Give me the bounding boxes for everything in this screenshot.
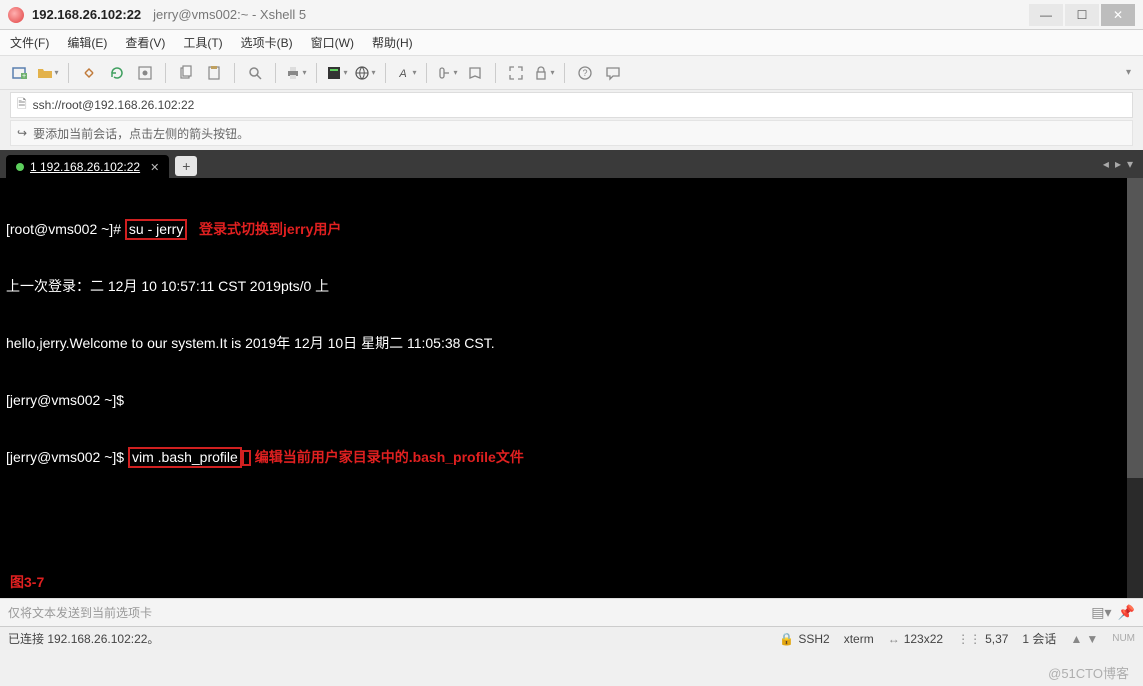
status-size: 123x22 — [904, 632, 943, 646]
session-tab-active[interactable]: 1 192.168.26.102:22 ✕ — [6, 155, 169, 178]
lock-icon[interactable]: ▾ — [532, 61, 556, 85]
svg-text:?: ? — [582, 68, 587, 78]
upload-icon: ▲ — [1070, 632, 1082, 646]
figure-label: 图3-7 — [10, 573, 44, 592]
tab-label: 1 192.168.26.102:22 — [30, 160, 140, 174]
menu-tools[interactable]: 工具(T) — [183, 34, 222, 51]
font-icon[interactable]: A▾ — [394, 61, 418, 85]
status-term-type: xterm — [844, 632, 874, 646]
lock-status-icon: 🔒 — [779, 632, 794, 646]
app-icon — [8, 7, 24, 23]
compose-dropdown-icon[interactable]: ▤▾ — [1091, 604, 1111, 621]
toolbar: + ▾ ▾ ▾ ▾ A▾ ▾ ▾ ? ▾ — [0, 56, 1143, 90]
terminal-scrollbar[interactable] — [1127, 178, 1143, 598]
info-bar: ↪ 要添加当前会话，点击左侧的箭头按钮。 — [10, 120, 1133, 146]
toolbar-separator — [564, 63, 565, 83]
close-button[interactable]: ✕ — [1101, 4, 1135, 26]
find-icon[interactable] — [243, 61, 267, 85]
status-connection: 已连接 192.168.26.102:22。 — [8, 630, 159, 647]
scrollbar-thumb[interactable] — [1127, 178, 1143, 478]
tab-next-icon[interactable]: ▸ — [1115, 157, 1121, 171]
page-icon: 🗎 — [17, 95, 27, 116]
add-session-arrow-icon[interactable]: ↪ — [17, 126, 27, 140]
toolbar-separator — [316, 63, 317, 83]
svg-text:A: A — [399, 68, 407, 80]
window-buttons: — ☐ ✕ — [1029, 4, 1135, 26]
output-motd: hello,jerry.Welcome to our system.It is … — [6, 334, 1137, 353]
paste-icon[interactable] — [202, 61, 226, 85]
toolbar-separator — [165, 63, 166, 83]
toolbar-separator — [426, 63, 427, 83]
encoding-icon[interactable]: ▾ — [353, 61, 377, 85]
size-icon: ↔ — [888, 632, 900, 646]
menu-window[interactable]: 窗口(W) — [311, 34, 354, 51]
menu-tab[interactable]: 选项卡(B) — [241, 34, 293, 51]
feedback-icon[interactable] — [601, 61, 625, 85]
menu-file[interactable]: 文件(F) — [10, 34, 49, 51]
tab-strip: 1 192.168.26.102:22 ✕ + ◂ ▸ ▾ — [0, 150, 1143, 178]
download-icon: ▼ — [1086, 632, 1098, 646]
prompt-jerry: [jerry@vms002 ~]$ — [6, 449, 128, 465]
address-bar[interactable]: 🗎 ssh://root@192.168.26.102:22 — [10, 92, 1133, 118]
status-cursor: 5,37 — [985, 632, 1008, 646]
prompt-jerry-empty: [jerry@vms002 ~]$ — [6, 391, 1137, 410]
key-map-icon[interactable]: ▾ — [435, 61, 459, 85]
add-tab-button[interactable]: + — [175, 156, 197, 176]
annotation-login-switch: 登录式切换到jerry用户 — [199, 221, 341, 237]
menu-help[interactable]: 帮助(H) — [372, 34, 413, 51]
toolbar-overflow-icon[interactable]: ▾ — [1122, 67, 1135, 78]
help-icon[interactable]: ? — [573, 61, 597, 85]
window-title-session: jerry@vms002:~ - Xshell 5 — [153, 7, 306, 22]
title-bar: 192.168.26.102:22 jerry@vms002:~ - Xshel… — [0, 0, 1143, 30]
prompt-root: [root@vms002 ~]# — [6, 221, 125, 237]
toolbar-separator — [234, 63, 235, 83]
address-url: ssh://root@192.168.26.102:22 — [33, 98, 195, 112]
svg-text:+: + — [22, 73, 26, 80]
toolbar-separator — [68, 63, 69, 83]
tab-close-icon[interactable]: ✕ — [150, 161, 159, 174]
terminal-cursor — [242, 450, 251, 466]
compose-pin-icon[interactable]: 📌 — [1118, 604, 1135, 621]
script-icon[interactable] — [463, 61, 487, 85]
status-protocol: SSH2 — [798, 632, 829, 646]
reconnect-icon[interactable] — [105, 61, 129, 85]
cursor-pos-icon: ⋮⋮ — [957, 632, 981, 646]
fullscreen-icon[interactable] — [504, 61, 528, 85]
terminal-panel[interactable]: [root@vms002 ~]# su - jerry 登录式切换到jerry用… — [0, 178, 1143, 598]
tab-prev-icon[interactable]: ◂ — [1103, 157, 1109, 171]
disconnect-icon[interactable] — [77, 61, 101, 85]
toolbar-separator — [385, 63, 386, 83]
compose-bar: 仅将文本发送到当前选项卡 ▤▾ 📌 — [0, 598, 1143, 626]
open-session-icon[interactable]: ▾ — [36, 61, 60, 85]
output-last-login: 上一次登录：二 12月 10 10:57:11 CST 2019pts/0 上 — [6, 277, 1137, 296]
color-scheme-icon[interactable]: ▾ — [325, 61, 349, 85]
command-vim-bash-profile: vim .bash_profile — [128, 447, 242, 468]
maximize-button[interactable]: ☐ — [1065, 4, 1099, 26]
info-text: 要添加当前会话，点击左侧的箭头按钮。 — [33, 125, 249, 142]
watermark: @51CTO博客 — [1048, 663, 1129, 682]
command-su-jerry: su - jerry — [125, 219, 187, 240]
status-bar: 已连接 192.168.26.102:22。 🔒 SSH2 xterm ↔ 123x… — [0, 626, 1143, 650]
properties-icon[interactable] — [133, 61, 157, 85]
new-session-icon[interactable]: + — [8, 61, 32, 85]
menu-bar: 文件(F) 编辑(E) 查看(V) 工具(T) 选项卡(B) 窗口(W) 帮助(… — [0, 30, 1143, 56]
tab-nav-arrows: ◂ ▸ ▾ — [1103, 157, 1137, 171]
annotation-edit-bash-profile: 编辑当前用户家目录中的.bash_profile文件 — [255, 449, 524, 465]
menu-edit[interactable]: 编辑(E) — [67, 34, 107, 51]
status-sessions: 1 会话 — [1022, 630, 1056, 647]
connection-status-dot-icon — [16, 163, 24, 171]
compose-input[interactable]: 仅将文本发送到当前选项卡 — [8, 604, 1091, 621]
tab-list-icon[interactable]: ▾ — [1127, 157, 1133, 171]
toolbar-separator — [275, 63, 276, 83]
print-icon[interactable]: ▾ — [284, 61, 308, 85]
minimize-button[interactable]: — — [1029, 4, 1063, 26]
toolbar-separator — [495, 63, 496, 83]
window-title-host: 192.168.26.102:22 — [32, 7, 141, 22]
menu-view[interactable]: 查看(V) — [125, 34, 165, 51]
copy-icon[interactable] — [174, 61, 198, 85]
